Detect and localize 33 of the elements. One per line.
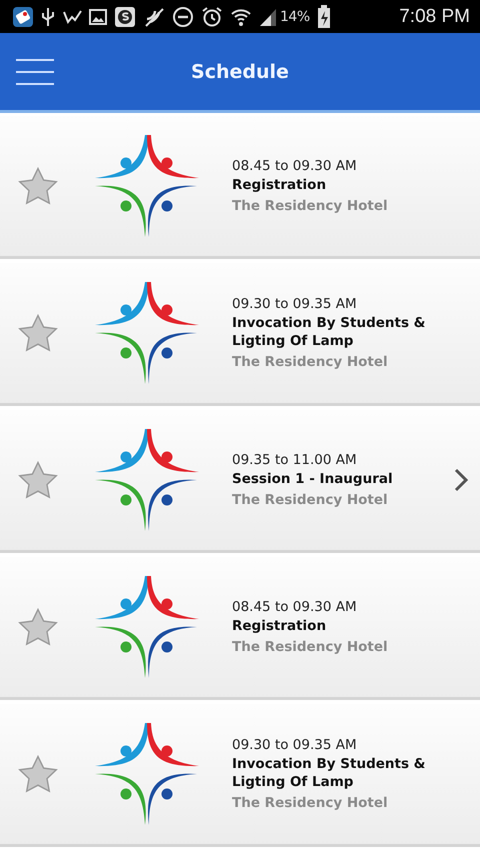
- session-time: 09.30 to 09.35 AM: [232, 296, 358, 312]
- battery-charging-icon: [316, 4, 331, 28]
- alarm-icon: [201, 6, 223, 28]
- session-venue: The Residency Hotel: [232, 492, 389, 508]
- battery-percent: 14%: [280, 8, 310, 24]
- star-icon[interactable]: [18, 314, 58, 352]
- app-icon: [12, 6, 34, 28]
- signal-icon: [259, 6, 277, 26]
- session-venue: The Residency Hotel: [232, 638, 389, 655]
- session-title: Registration: [232, 618, 328, 636]
- do-not-disturb-icon: [172, 6, 194, 28]
- star-icon[interactable]: [18, 461, 58, 499]
- session-venue: The Residency Hotel: [232, 198, 389, 214]
- menu-button[interactable]: [16, 58, 54, 84]
- star-icon[interactable]: [18, 608, 58, 646]
- muted-icon: [143, 6, 165, 28]
- screen-title: Schedule: [190, 60, 290, 82]
- usb-icon: [41, 6, 55, 28]
- session-venue: The Residency Hotel: [232, 354, 389, 370]
- image-icon: [89, 8, 107, 26]
- session-venue: The Residency Hotel: [232, 794, 389, 811]
- session-time: 08.45 to 09.30 AM: [232, 599, 358, 616]
- star-icon[interactable]: [18, 755, 58, 793]
- session-title: Invocation By Students & Ligting Of Lamp: [232, 315, 426, 351]
- session-title: Registration: [232, 177, 328, 195]
- session-time: 09.30 to 09.35 AM: [232, 737, 358, 754]
- session-time: 08.45 to 09.30 AM: [232, 158, 358, 174]
- session-title: Session 1 - Inaugural: [232, 471, 394, 489]
- session-time: 09.35 to 11.00 AM: [232, 452, 358, 468]
- chevron-right-icon[interactable]: [454, 468, 468, 492]
- session-title: Invocation By Students & Ligting Of Lamp: [232, 756, 426, 792]
- star-icon[interactable]: [18, 167, 58, 205]
- clock-time: 7:08 PM: [399, 6, 470, 28]
